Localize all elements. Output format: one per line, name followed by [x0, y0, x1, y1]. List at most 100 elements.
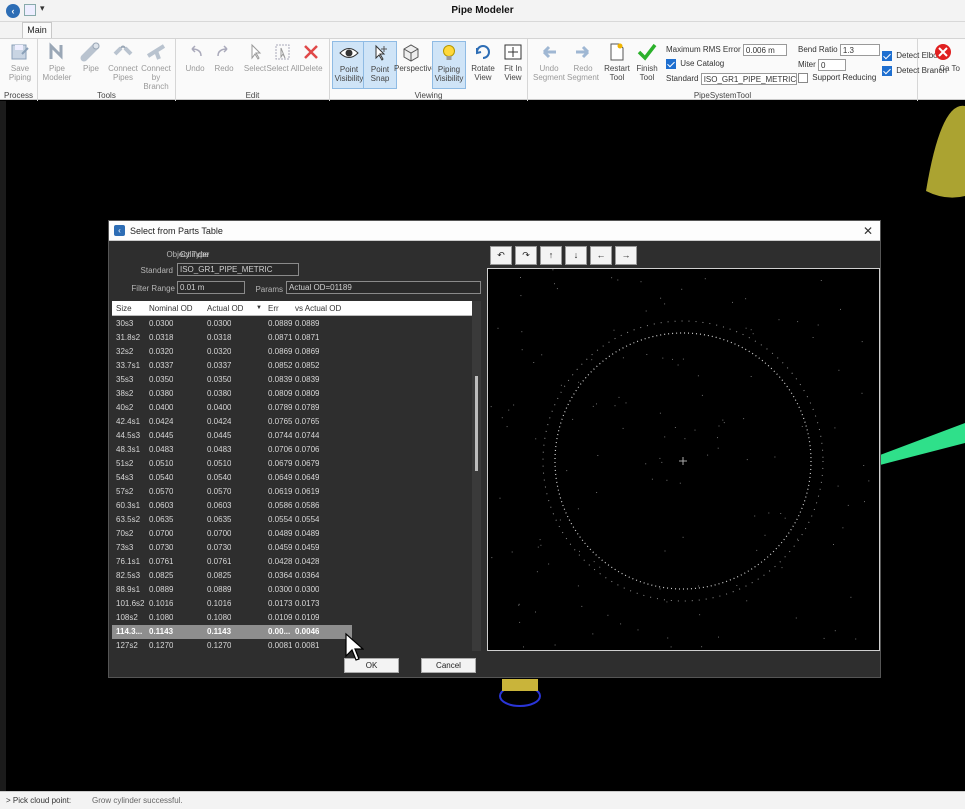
cross-section-preview[interactable]	[487, 268, 880, 651]
cell-nominal-od: 0.0318	[149, 333, 174, 342]
piping-visibility-button[interactable]: Piping Visibility	[432, 41, 466, 89]
connect-by-branch-button[interactable]: Connect by Branch	[139, 41, 173, 91]
restart-tool-button[interactable]: Restart Tool	[600, 41, 634, 89]
pipe-button[interactable]: Pipe	[74, 41, 108, 89]
arrow-left-icon: ←	[596, 250, 606, 260]
table-row[interactable]: 73s3 0.0730 0.0730 0.0459 0.0459	[112, 541, 472, 555]
point-snap-button[interactable]: Point Snap	[363, 41, 397, 89]
scatter-point	[834, 630, 836, 632]
table-row[interactable]: 101.6s2 0.1016 0.1016 0.0173 0.0173	[112, 597, 472, 611]
table-row[interactable]: 51s2 0.0510 0.0510 0.0679 0.0679	[112, 457, 472, 471]
cell-err: 0.0364	[268, 571, 293, 580]
table-row[interactable]: 88.9s1 0.0889 0.0889 0.0300 0.0300	[112, 583, 472, 597]
scatter-point	[752, 333, 754, 335]
table-row[interactable]: 57s2 0.0570 0.0570 0.0619 0.0619	[112, 485, 472, 499]
params-field[interactable]: Actual OD=01189	[286, 281, 481, 294]
move-down-button[interactable]: ↓	[565, 246, 587, 265]
perspective-button[interactable]: Perspective	[394, 41, 436, 89]
column-nominal-od[interactable]: Nominal OD	[149, 304, 193, 313]
scatter-point	[743, 418, 745, 420]
cell-actual-od: 0.0300	[207, 319, 232, 328]
rotate-view-button[interactable]: Rotate View	[466, 41, 500, 89]
table-row[interactable]: 44.5s3 0.0445 0.0445 0.0744 0.0744	[112, 429, 472, 443]
undo-segment-button[interactable]: Undo Segment	[532, 41, 566, 89]
move-right-button[interactable]: →	[615, 246, 637, 265]
arrow-down-icon: ↓	[573, 250, 579, 260]
detect-elbow-checkbox[interactable]	[882, 51, 892, 61]
point-visibility-button[interactable]: Point Visibility	[332, 41, 366, 89]
scatter-point	[838, 369, 840, 371]
move-up-button[interactable]: ↑	[540, 246, 562, 265]
scatter-point	[617, 279, 619, 281]
scatter-point	[622, 427, 624, 429]
table-scrollbar[interactable]	[472, 301, 481, 651]
rotate-ccw-button[interactable]: ↶	[490, 246, 512, 265]
tab-main[interactable]: Main	[22, 22, 52, 38]
close-icon[interactable]: ✕	[863, 224, 873, 238]
yellow-cloud-cluster	[926, 105, 965, 198]
parts-table[interactable]: Size Nominal OD Actual OD ▼ Err vs Actua…	[112, 301, 472, 651]
table-row[interactable]: 76.1s1 0.0761 0.0761 0.0428 0.0428	[112, 555, 472, 569]
table-row[interactable]: 108s2 0.1080 0.1080 0.0109 0.0109	[112, 611, 472, 625]
table-row[interactable]: 31.8s2 0.0318 0.0318 0.0871 0.0871	[112, 331, 472, 345]
column-actual-od[interactable]: Actual OD	[207, 304, 243, 313]
scatter-point	[520, 277, 521, 278]
scatter-point	[717, 447, 719, 449]
scroll-thumb[interactable]	[475, 376, 478, 471]
rotate-ccw-icon: ↶	[497, 250, 505, 260]
mouse-cursor-icon	[345, 632, 364, 661]
redo-segment-button[interactable]: Redo Segment	[566, 41, 600, 89]
cancel-button[interactable]: Cancel	[421, 658, 476, 673]
filter-range-input[interactable]: 0.01 m	[177, 281, 245, 294]
support-reducing-checkbox[interactable]	[798, 73, 808, 83]
cancel-tool-button[interactable]: Ca To	[920, 41, 960, 89]
cell-size: 101.6s2	[116, 599, 145, 608]
table-row[interactable]: 70s2 0.0700 0.0700 0.0489 0.0489	[112, 527, 472, 541]
save-piping-button[interactable]: Save Piping	[3, 41, 37, 89]
miter-input[interactable]: 0	[818, 59, 847, 71]
redo-button[interactable]: Redo	[207, 41, 241, 89]
table-row[interactable]: 35s3 0.0350 0.0350 0.0839 0.0839	[112, 373, 472, 387]
rotate-cw-button[interactable]: ↷	[515, 246, 537, 265]
delete-button[interactable]: Delete	[294, 41, 328, 89]
table-row[interactable]: 30s3 0.0300 0.0300 0.0889 0.0889	[112, 317, 472, 331]
column-vs-actual-od[interactable]: vs Actual OD	[295, 304, 341, 313]
table-row[interactable]: 33.7s1 0.0337 0.0337 0.0852 0.0852	[112, 359, 472, 373]
detect-branch-checkbox[interactable]	[882, 66, 892, 76]
object-type-value: Cylinder	[180, 250, 210, 259]
cell-size: 38s2	[116, 389, 134, 398]
table-row[interactable]: 32s2 0.0320 0.0320 0.0869 0.0869	[112, 345, 472, 359]
scatter-point	[645, 463, 647, 465]
table-row[interactable]: 38s2 0.0380 0.0380 0.0809 0.0809	[112, 387, 472, 401]
fit-in-view-button[interactable]: Fit In View	[496, 41, 530, 89]
scatter-point	[548, 563, 550, 565]
scatter-point	[718, 636, 719, 638]
connect-pipes-button[interactable]: Connect Pipes	[106, 41, 140, 89]
cell-vs-actual-od: 0.0706	[295, 445, 320, 454]
finish-tool-button[interactable]: Finish Tool	[630, 41, 664, 89]
use-catalog-checkbox[interactable]	[666, 59, 676, 69]
table-row[interactable]: 82.5s3 0.0825 0.0825 0.0364 0.0364	[112, 569, 472, 583]
standard-label: Standard	[666, 74, 699, 84]
scatter-point	[537, 546, 539, 548]
table-row[interactable]: 42.4s1 0.0424 0.0424 0.0765 0.0765	[112, 415, 472, 429]
cell-nominal-od: 0.0337	[149, 361, 174, 370]
pipe-modeler-button[interactable]: Pipe Modeler	[40, 41, 74, 89]
max-rms-input[interactable]: 0.006 m	[742, 44, 787, 56]
table-row[interactable]: 40s2 0.0400 0.0400 0.0789 0.0789	[112, 401, 472, 415]
column-err[interactable]: Err	[268, 304, 279, 313]
table-row[interactable]: 54s3 0.0540 0.0540 0.0649 0.0649	[112, 471, 472, 485]
status-message: Grow cylinder successful.	[92, 796, 183, 805]
table-row[interactable]: 60.3s1 0.0603 0.0603 0.0586 0.0586	[112, 499, 472, 513]
bend-ratio-input[interactable]: 1.3	[839, 44, 880, 56]
table-row[interactable]: 127s2 0.1270 0.1270 0.0081 0.0081	[112, 639, 472, 651]
scatter-point	[508, 409, 510, 411]
move-left-button[interactable]: ←	[590, 246, 612, 265]
table-row[interactable]: 63.5s2 0.0635 0.0635 0.0554 0.0554	[112, 513, 472, 527]
table-row[interactable]: 48.3s1 0.0483 0.0483 0.0706 0.0706	[112, 443, 472, 457]
cell-nominal-od: 0.0570	[149, 487, 174, 496]
standard-select[interactable]: ISO_GR1_PIPE_METRIC	[700, 73, 797, 85]
column-size[interactable]: Size	[116, 304, 132, 313]
standard-field[interactable]: ISO_GR1_PIPE_METRIC	[177, 263, 299, 276]
table-row[interactable]: 114.3... 0.1143 0.1143 0.00... 0.0046	[112, 625, 352, 639]
